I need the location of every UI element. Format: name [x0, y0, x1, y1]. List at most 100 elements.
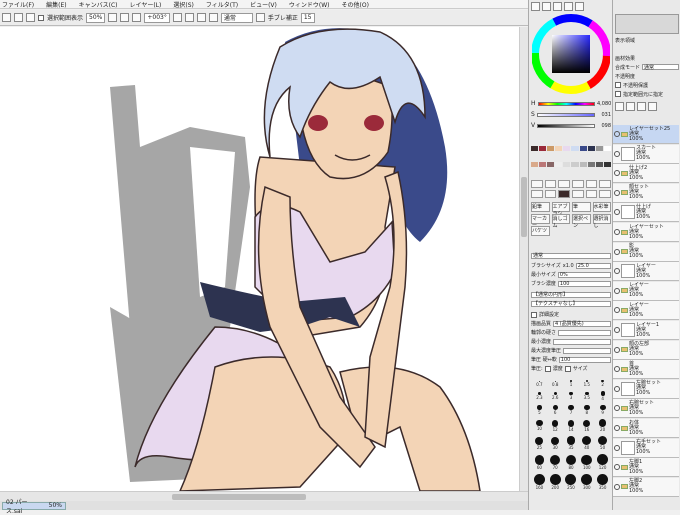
brush-size-preset[interactable]: 9: [599, 404, 606, 415]
new-layer-icon[interactable]: [615, 102, 624, 111]
brush-size-preset[interactable]: 0.8: [552, 380, 558, 387]
visibility-eye-icon[interactable]: [614, 229, 620, 235]
brush-min-slider[interactable]: 0%: [557, 271, 611, 278]
visibility-eye-icon[interactable]: [614, 444, 620, 451]
vertical-scrollbar[interactable]: [519, 27, 528, 491]
brush-size-preset[interactable]: 80: [565, 454, 577, 470]
value-slider[interactable]: [537, 123, 595, 128]
pencil-tool[interactable]: 鉛筆: [531, 202, 550, 212]
visibility-eye-icon[interactable]: [614, 170, 620, 177]
navigator-thumbnail[interactable]: [615, 14, 679, 34]
brush-size-preset[interactable]: 12: [551, 419, 559, 432]
brush-size-preset[interactable]: 25: [535, 436, 544, 450]
brush-size-preset[interactable]: 50: [597, 436, 608, 450]
stabilizer-select[interactable]: 15: [300, 12, 315, 23]
brush-size-preset[interactable]: 10: [536, 420, 543, 431]
rotation-select[interactable]: +003°: [144, 12, 170, 23]
brush-shape-select[interactable]: 【通常の円形】: [531, 291, 611, 298]
zoom-tool-icon[interactable]: [585, 180, 598, 188]
select-pen-tool[interactable]: 選択ペン: [572, 214, 591, 229]
menu-canvas[interactable]: キャンバス(C): [79, 0, 118, 9]
quality-select[interactable]: 4 (品質優先): [553, 320, 611, 327]
min-density-slider[interactable]: [553, 338, 611, 345]
density-checkbox[interactable]: [544, 365, 551, 372]
menu-view[interactable]: ビュー(V): [250, 0, 277, 9]
layer-row[interactable]: 左脚1 通常 100%: [613, 458, 679, 478]
swap-color-icon[interactable]: [585, 190, 598, 198]
fg-color-icon[interactable]: [558, 190, 570, 198]
brush-size-preset[interactable]: 1.5: [584, 380, 590, 387]
new-folder-icon[interactable]: [626, 102, 635, 111]
layer-blend-select[interactable]: 通常: [642, 64, 679, 71]
merge-layer-icon[interactable]: [648, 102, 657, 111]
brush-size-preset[interactable]: 120: [597, 454, 609, 470]
detail-toggle[interactable]: [531, 311, 537, 318]
hue-slider[interactable]: [537, 101, 595, 106]
select-lasso-icon[interactable]: [544, 180, 557, 188]
brush-size-preset[interactable]: 350: [597, 474, 609, 490]
layer-row[interactable]: 顔の左部 通常 100%: [613, 340, 679, 360]
brush-size-preset[interactable]: 0.7: [536, 380, 543, 387]
brush-size-preset[interactable]: 160: [533, 474, 545, 490]
brush-size-preset[interactable]: 35: [566, 436, 576, 450]
menu-window[interactable]: ウィンドウ(W): [289, 0, 330, 9]
layer-row[interactable]: レイヤー 通常 100%: [613, 301, 679, 321]
visibility-eye-icon[interactable]: [614, 150, 620, 157]
visibility-eye-icon[interactable]: [614, 327, 620, 333]
rgb-slider-mode-icon[interactable]: [542, 2, 551, 11]
saturation-slider[interactable]: [536, 112, 595, 117]
menu-filter[interactable]: フィルタ(T): [206, 0, 238, 9]
color-swatches[interactable]: [531, 146, 611, 176]
menu-select[interactable]: 選択(S): [173, 0, 194, 9]
document-tab[interactable]: 02 パース.sai 50%: [2, 499, 66, 515]
brush-size-preset[interactable]: 8: [584, 404, 590, 415]
layer-row[interactable]: 右腕セット 通常 100%: [613, 399, 679, 419]
transparent-color-icon[interactable]: [599, 190, 611, 198]
brush-size-preset[interactable]: 1: [570, 380, 572, 387]
brush-size-preset[interactable]: 2.3: [536, 392, 543, 400]
horizontal-scrollbar[interactable]: [0, 491, 528, 501]
vertical-scroll-thumb[interactable]: [521, 177, 527, 237]
eraser-tool[interactable]: 消しゴム: [551, 214, 570, 229]
visibility-eye-icon[interactable]: [614, 366, 620, 373]
visibility-eye-icon[interactable]: [614, 209, 620, 216]
brush-size-preset[interactable]: 60: [534, 455, 545, 470]
hsv-slider-mode-icon[interactable]: [553, 2, 562, 11]
layer-row[interactable]: レイヤーセット25 通常 100%: [613, 125, 679, 144]
selection-visible-checkbox[interactable]: [38, 14, 44, 21]
layer-row[interactable]: 仕上げ 通常 100%: [613, 203, 679, 223]
brush-size-preset[interactable]: 2: [601, 380, 604, 387]
move-icon[interactable]: [572, 180, 584, 188]
redo-icon[interactable]: [14, 13, 23, 22]
layer-row[interactable]: 首通常 100%: [613, 360, 679, 380]
layer-row[interactable]: レイヤー 通常 100%: [613, 281, 679, 301]
visibility-eye-icon[interactable]: [614, 346, 620, 353]
layer-row[interactable]: レイヤー 通常 100%: [613, 262, 679, 282]
flip-icon[interactable]: [208, 13, 218, 22]
visibility-eye-icon[interactable]: [614, 268, 620, 275]
rotate-left-icon[interactable]: [172, 13, 182, 22]
deselect-icon[interactable]: [26, 13, 35, 22]
brush-size-slider[interactable]: 25.0: [575, 262, 611, 269]
zoom-out-icon[interactable]: [108, 13, 118, 22]
hand-icon[interactable]: [531, 190, 543, 198]
edge-slider[interactable]: [558, 329, 611, 336]
layer-row[interactable]: レイヤーセット 通常 100%: [613, 223, 679, 242]
brush-size-preset[interactable]: 40: [582, 436, 592, 450]
bg-color-icon[interactable]: [572, 190, 584, 198]
brush-texture-select[interactable]: 【テクスチャなし】: [531, 300, 611, 307]
bucket-tool[interactable]: バケツ: [531, 226, 550, 236]
visibility-eye-icon[interactable]: [614, 189, 620, 196]
brush-size-mult[interactable]: x1.0: [563, 263, 574, 269]
zoom-reset-icon[interactable]: [132, 13, 142, 22]
brush-size-preset[interactable]: 30: [551, 436, 560, 450]
blend-mode-select[interactable]: 通常: [220, 12, 253, 23]
brush-size-preset[interactable]: 5: [537, 405, 542, 415]
layer-row[interactable]: スカート 通常 100%: [613, 144, 679, 164]
brush-size-preset[interactable]: 20: [598, 419, 607, 432]
eyedropper-icon[interactable]: [544, 190, 557, 198]
horizontal-scroll-thumb[interactable]: [172, 494, 306, 500]
pressure-slider[interactable]: 100: [558, 356, 611, 363]
layer-row[interactable]: 影通常 100%: [613, 242, 679, 262]
brush-blend-select[interactable]: 通常: [531, 252, 611, 259]
